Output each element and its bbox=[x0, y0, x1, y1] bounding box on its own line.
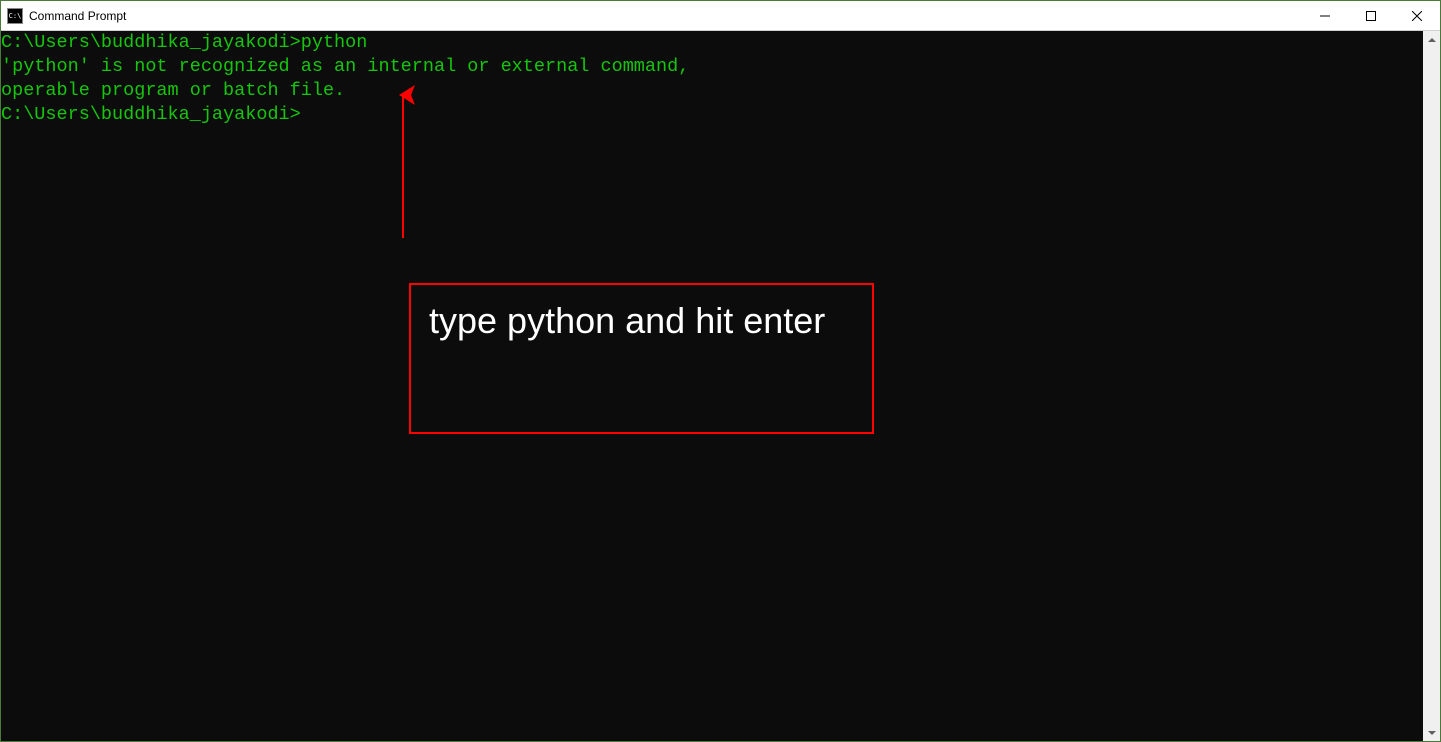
close-icon bbox=[1412, 11, 1422, 21]
titlebar[interactable]: C:\ Command Prompt bbox=[1, 1, 1440, 31]
terminal-line: 'python' is not recognized as an interna… bbox=[1, 55, 1423, 79]
minimize-icon bbox=[1320, 11, 1330, 21]
window-title: Command Prompt bbox=[29, 9, 1302, 23]
minimize-button[interactable] bbox=[1302, 1, 1348, 30]
terminal-area[interactable]: C:\Users\buddhika_jayakodi>python'python… bbox=[1, 31, 1440, 741]
terminal-prompt: C:\Users\buddhika_jayakodi> bbox=[1, 103, 1423, 127]
vertical-scrollbar[interactable] bbox=[1423, 31, 1440, 741]
maximize-icon bbox=[1366, 11, 1376, 21]
chevron-down-icon bbox=[1428, 731, 1436, 735]
chevron-up-icon bbox=[1428, 38, 1436, 42]
scroll-up-button[interactable] bbox=[1423, 31, 1440, 48]
scroll-track[interactable] bbox=[1423, 48, 1440, 724]
command-prompt-window: C:\ Command Prompt C:\Users\buddhika_jay… bbox=[0, 0, 1441, 742]
close-button[interactable] bbox=[1394, 1, 1440, 30]
terminal-line: operable program or batch file. bbox=[1, 79, 1423, 103]
window-controls bbox=[1302, 1, 1440, 30]
scroll-down-button[interactable] bbox=[1423, 724, 1440, 741]
terminal-output[interactable]: C:\Users\buddhika_jayakodi>python'python… bbox=[1, 31, 1423, 741]
maximize-button[interactable] bbox=[1348, 1, 1394, 30]
app-icon: C:\ bbox=[7, 8, 23, 24]
terminal-line: C:\Users\buddhika_jayakodi>python bbox=[1, 31, 1423, 55]
